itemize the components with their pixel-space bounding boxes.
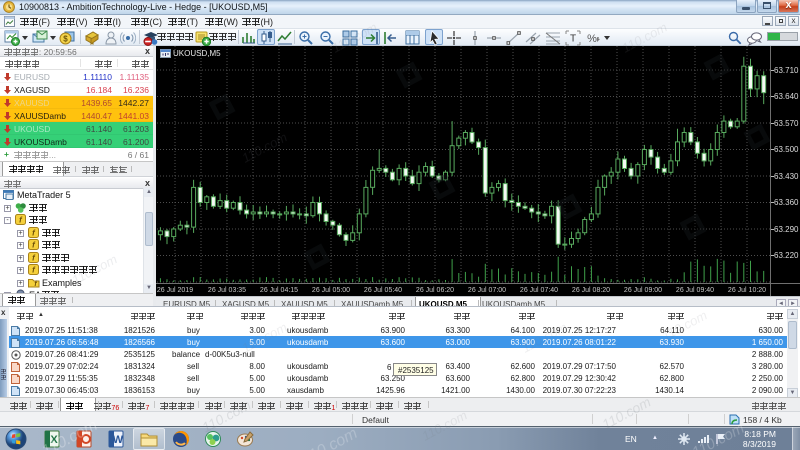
svg-text:W: W (113, 434, 124, 446)
svg-text:%: % (587, 33, 597, 45)
svg-text:$: $ (63, 35, 68, 44)
svg-text:T: T (570, 34, 576, 45)
